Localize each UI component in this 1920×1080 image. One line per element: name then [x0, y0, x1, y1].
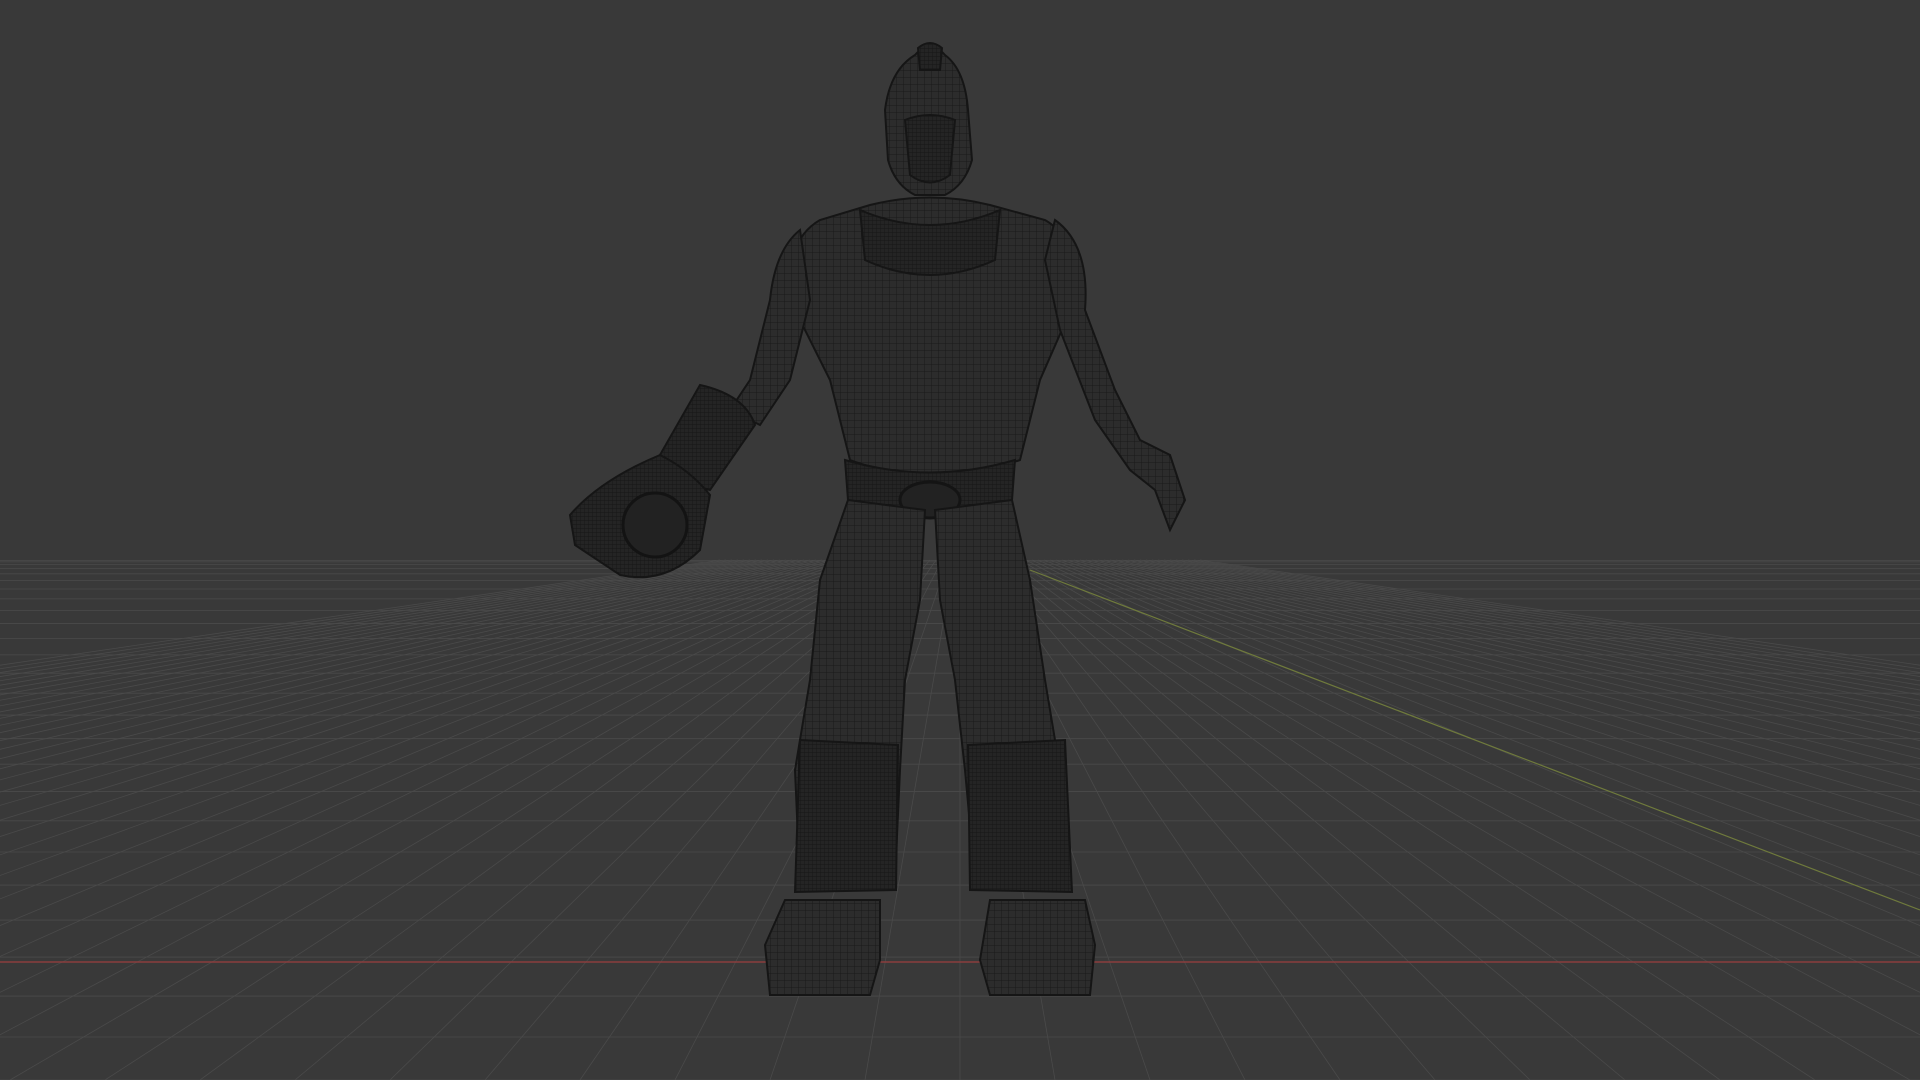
right-shin-guard-mesh — [966, 738, 1074, 894]
viewport-canvas[interactable] — [0, 0, 1920, 1080]
gauntlet-disc-mesh — [621, 491, 689, 559]
respirator-mesh — [903, 114, 957, 184]
left-boot-mesh[interactable] — [763, 899, 881, 996]
3d-viewport[interactable] — [0, 0, 1920, 1080]
helmet-crest-mesh — [916, 42, 944, 71]
left-shin-guard-mesh — [793, 738, 900, 894]
right-boot-mesh[interactable] — [978, 899, 1097, 996]
